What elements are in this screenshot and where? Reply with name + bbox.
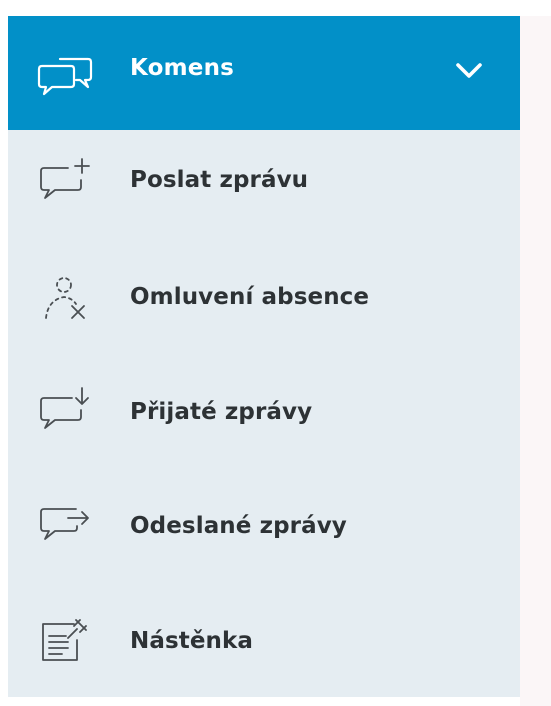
received-messages-icon bbox=[38, 386, 94, 434]
komens-sidebar-menu: Komens Poslat zprávu Omluvení absence Př… bbox=[8, 16, 520, 697]
menu-item-label: Přijaté zprávy bbox=[130, 399, 313, 425]
page: Komens Poslat zprávu Omluvení absence Př… bbox=[0, 0, 551, 706]
menu-item-label: Poslat zprávu bbox=[130, 167, 309, 193]
menu-item-prijate-zpravy[interactable]: Přijaté zprávy bbox=[8, 360, 520, 460]
menu-item-label: Omluvení absence bbox=[130, 284, 370, 310]
noticeboard-pin-icon bbox=[38, 616, 94, 664]
content-panel-edge bbox=[520, 16, 551, 706]
komens-menu-title: Komens bbox=[130, 55, 235, 81]
menu-item-omluveni-absence[interactable]: Omluvení absence bbox=[8, 246, 520, 346]
absence-excuse-icon bbox=[38, 272, 94, 320]
menu-item-poslat-zpravu[interactable]: Poslat zprávu bbox=[8, 130, 520, 230]
menu-item-odeslane-zpravy[interactable]: Odeslané zprávy bbox=[8, 474, 520, 574]
sent-messages-icon bbox=[38, 504, 94, 552]
komens-menu-header[interactable]: Komens bbox=[8, 16, 520, 130]
chevron-down-icon[interactable] bbox=[454, 60, 484, 82]
chat-bubbles-icon bbox=[37, 53, 94, 97]
menu-item-nastenka[interactable]: Nástěnka bbox=[8, 590, 520, 690]
menu-item-label: Nástěnka bbox=[130, 628, 254, 654]
menu-item-label: Odeslané zprávy bbox=[130, 513, 347, 539]
new-message-icon bbox=[38, 156, 94, 204]
